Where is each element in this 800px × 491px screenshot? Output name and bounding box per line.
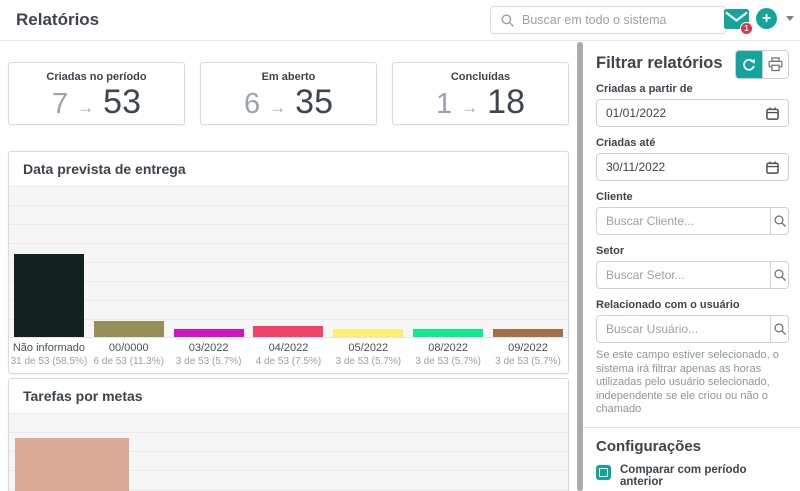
- printer-icon: [768, 57, 783, 72]
- chart-panel-tarefas-por-metas: Tarefas por metas: [8, 378, 569, 491]
- tarefas-bar: [15, 438, 129, 491]
- category-sublabel: 31 de 53 (58.5%): [9, 356, 89, 367]
- category-label: 03/2022: [169, 342, 249, 354]
- messages-icon[interactable]: 1: [724, 9, 749, 29]
- date-field-criadas-ate[interactable]: [596, 153, 789, 181]
- bar-05-2022: [333, 329, 403, 337]
- compare-period-option: Comparar com período anterior Ao marcar …: [596, 464, 789, 491]
- category-label: 08/2022: [408, 342, 488, 354]
- category-sublabel: 3 de 53 (5.7%): [488, 356, 568, 367]
- messages-badge: 1: [740, 22, 753, 35]
- stat-card-em-aberto: Em aberto 6 → 35: [200, 62, 377, 125]
- bar-chart-plot: [9, 187, 568, 338]
- page-title: Relatórios: [16, 10, 99, 30]
- bar-03-2022: [174, 329, 244, 337]
- add-button[interactable]: +: [756, 8, 777, 29]
- search-icon: [773, 322, 787, 336]
- bar-04-2022: [253, 326, 323, 337]
- stat-current-value: 35: [295, 83, 333, 122]
- category-label: 04/2022: [249, 342, 329, 354]
- refresh-button[interactable]: [736, 51, 762, 78]
- sidebar-divider: [583, 427, 800, 428]
- search-field-usuario: [596, 315, 789, 343]
- date-input-criadas-a-partir[interactable]: [606, 106, 766, 120]
- compare-period-label[interactable]: Comparar com período anterior: [620, 464, 789, 488]
- cliente-search-input[interactable]: [596, 207, 770, 235]
- stat-cards-row: Criadas no período 7 → 53 Em aberto 6 → …: [8, 62, 569, 125]
- date-input-criadas-ate[interactable]: [606, 160, 766, 174]
- category-label: 00/0000: [89, 342, 169, 354]
- refresh-icon: [742, 58, 756, 72]
- global-search-input[interactable]: [522, 13, 716, 27]
- compare-period-checkbox[interactable]: [596, 465, 611, 480]
- category-sublabel: 6 de 53 (11.3%): [89, 356, 169, 367]
- chart-title: Data prevista de entrega: [9, 152, 568, 187]
- main-content: Criadas no período 7 → 53 Em aberto 6 → …: [0, 42, 577, 491]
- settings-title: Configurações: [596, 438, 789, 455]
- arrow-right-icon: →: [461, 98, 478, 118]
- stat-card-label: Concluídas: [393, 71, 568, 83]
- global-search[interactable]: [490, 6, 726, 34]
- bar-00-0000: [94, 321, 164, 337]
- arrow-right-icon: →: [77, 98, 94, 118]
- stat-card-criadas: Criadas no período 7 → 53: [8, 62, 185, 125]
- calendar-icon[interactable]: [766, 107, 779, 120]
- category-label: 09/2022: [488, 342, 568, 354]
- category-sublabel: 3 de 53 (5.7%): [328, 356, 408, 367]
- bar-chart-plot-2: [9, 414, 568, 491]
- field-label-cliente: Cliente: [596, 191, 789, 203]
- x-axis-labels: Não informado 31 de 53 (58.5%) 00/0000 6…: [9, 338, 568, 373]
- sidebar-actions: [735, 50, 789, 79]
- stat-current-value: 18: [487, 83, 525, 122]
- search-field-setor: [596, 261, 789, 289]
- usuario-help-text: Se este campo estiver selecionado, o sis…: [596, 349, 789, 417]
- chart-panel-data-prevista: Data prevista de entrega Não informado 3…: [8, 151, 569, 374]
- field-label-setor: Setor: [596, 245, 789, 257]
- bar-09-2022: [493, 329, 563, 337]
- arrow-right-icon: →: [269, 98, 286, 118]
- chevron-down-icon[interactable]: [786, 16, 794, 21]
- cliente-search-button[interactable]: [770, 207, 789, 235]
- date-field-criadas-a-partir[interactable]: [596, 99, 789, 127]
- setor-search-button[interactable]: [770, 261, 789, 289]
- category-sublabel: 3 de 53 (5.7%): [169, 356, 249, 367]
- bar-08-2022: [413, 329, 483, 337]
- bar-nao-informado: [14, 254, 84, 337]
- search-icon: [500, 13, 515, 28]
- category-sublabel: 3 de 53 (5.7%): [408, 356, 488, 367]
- stat-current-value: 53: [103, 83, 141, 122]
- filter-sidebar: Filtrar relatórios Criadas a partir de: [583, 42, 800, 491]
- stat-card-concluidas: Concluídas 1 → 18: [392, 62, 569, 125]
- category-sublabel: 4 de 53 (7.5%): [249, 356, 329, 367]
- category-label: Não informado: [9, 342, 89, 354]
- stat-previous-value: 7: [52, 88, 68, 121]
- calendar-icon[interactable]: [766, 161, 779, 174]
- setor-search-input[interactable]: [596, 261, 770, 289]
- search-field-cliente: [596, 207, 789, 235]
- search-icon: [773, 268, 787, 282]
- top-header: Relatórios 1 +: [0, 0, 800, 41]
- search-icon: [773, 214, 787, 228]
- usuario-search-button[interactable]: [770, 315, 789, 343]
- chart-title: Tarefas por metas: [9, 379, 568, 414]
- field-label-criadas-ate: Criadas até: [596, 137, 789, 149]
- stat-card-label: Em aberto: [201, 71, 376, 83]
- field-label-relacionado-usuario: Relacionado com o usuário: [596, 299, 789, 311]
- stat-previous-value: 1: [436, 88, 452, 121]
- stat-card-label: Criadas no período: [9, 71, 184, 83]
- stat-previous-value: 6: [244, 88, 260, 121]
- field-label-criadas-a-partir: Criadas a partir de: [596, 83, 789, 95]
- app-window: Relatórios 1 + Criadas no perí: [0, 0, 800, 491]
- usuario-search-input[interactable]: [596, 315, 770, 343]
- category-label: 05/2022: [328, 342, 408, 354]
- print-button[interactable]: [762, 51, 788, 78]
